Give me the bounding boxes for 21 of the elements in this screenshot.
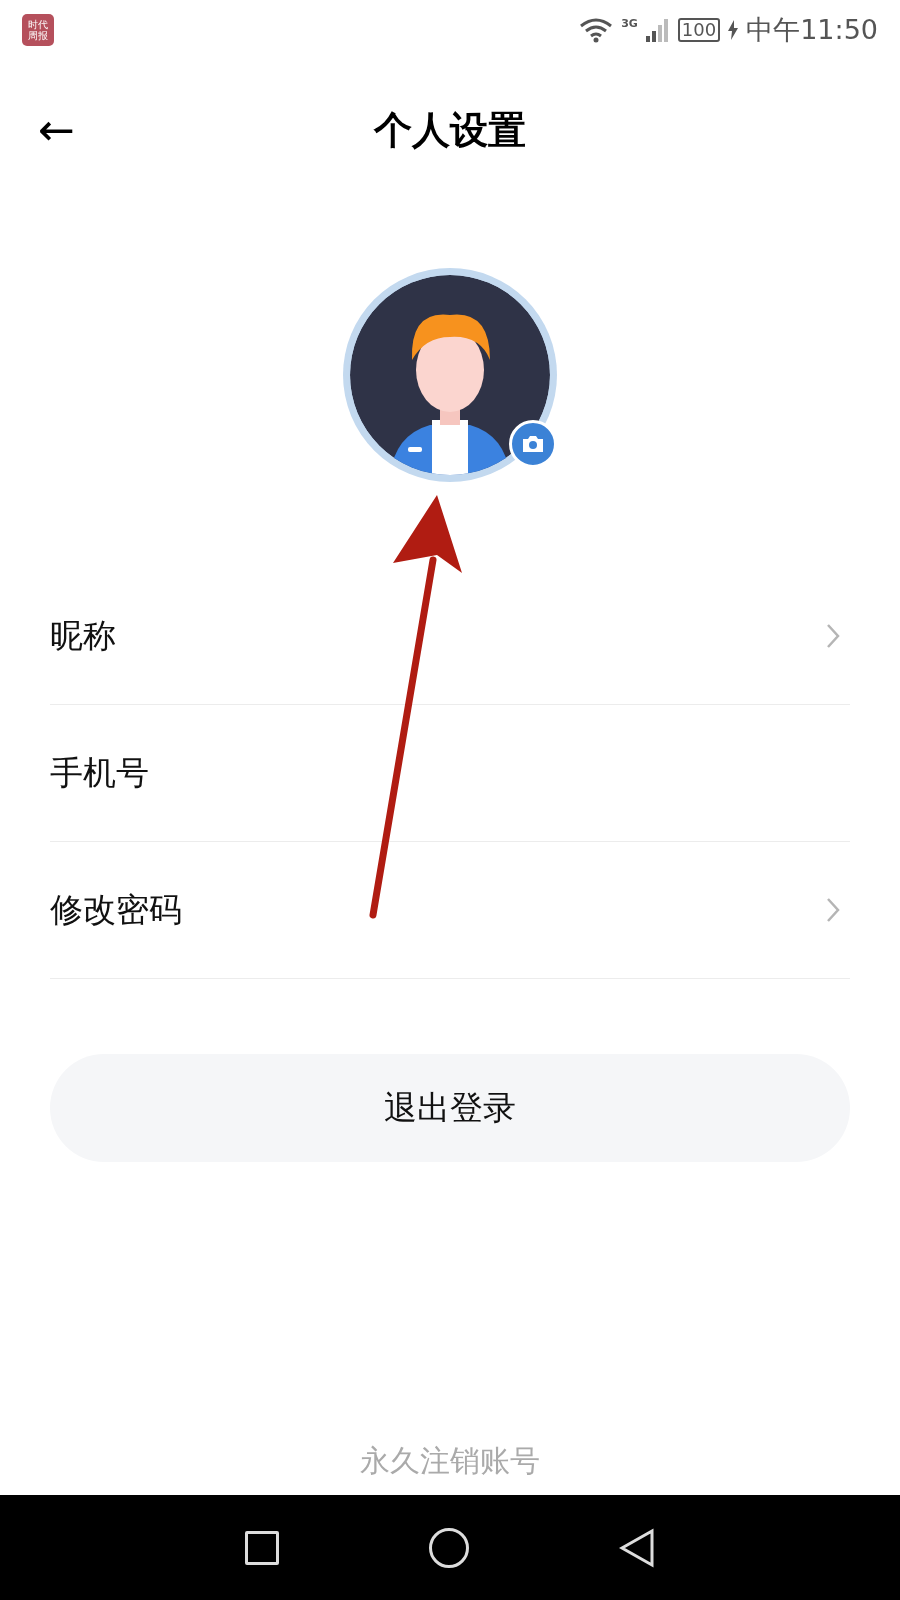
app-icon: 时代周报: [22, 14, 54, 46]
row-label: 昵称: [50, 615, 116, 658]
chevron-icon: [826, 897, 840, 923]
page-title: 个人设置: [374, 106, 526, 154]
row-label: 修改密码: [50, 889, 182, 932]
settings-row[interactable]: 手机号: [50, 705, 850, 842]
logout-button[interactable]: 退出登录: [50, 1054, 850, 1162]
home-icon[interactable]: [429, 1527, 469, 1568]
recents-icon[interactable]: [245, 1530, 279, 1565]
settings-row[interactable]: 修改密码: [50, 842, 850, 979]
battery-level: 100: [677, 18, 721, 42]
wifi-icon: [579, 17, 614, 43]
back-icon[interactable]: [619, 1527, 655, 1568]
signal-icon: [645, 17, 670, 43]
chevron-icon: [826, 623, 840, 649]
charging-icon: [728, 20, 739, 40]
settings-row[interactable]: 昵称: [50, 568, 850, 705]
back-button[interactable]: ←: [38, 108, 75, 152]
network-type: 3G: [621, 15, 638, 32]
clock-time: 中午11:50: [746, 12, 878, 47]
row-label: 手机号: [50, 752, 149, 795]
